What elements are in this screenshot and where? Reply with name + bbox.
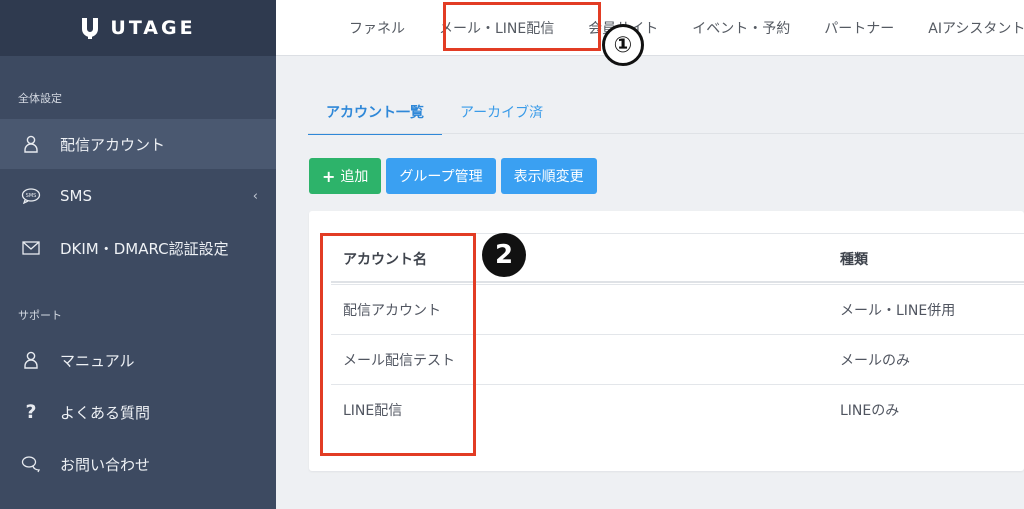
sidebar-item-label: SMS [60, 187, 92, 205]
sidebar-item-dkim-dmarc[interactable]: DKIM・DMARC認証設定 [0, 223, 276, 273]
header-type: 種類 [840, 252, 868, 268]
sidebar-item-contact[interactable]: お問い合わせ [0, 439, 276, 489]
sidebar-item-label: マニュアル [60, 351, 135, 370]
sidebar-heading-settings: 全体設定 [18, 92, 62, 105]
logo[interactable]: UTAGE [0, 0, 276, 56]
nav-partner[interactable]: パートナー [807, 0, 911, 56]
annotation-marker-1: ① [602, 24, 644, 66]
sidebar-item-label: 配信アカウント [60, 135, 166, 154]
nav-ai-assistant[interactable]: AIアシスタント [911, 0, 1024, 56]
account-type-cell: LINEのみ [840, 403, 900, 419]
svg-text:SMS: SMS [26, 193, 37, 199]
add-button-label: 追加 [340, 169, 369, 185]
reorder-button[interactable]: 表示順変更 [500, 158, 597, 194]
plus-icon: + [322, 166, 336, 186]
tab-archived[interactable]: アーカイブ済 [442, 92, 561, 135]
tab-divider [308, 133, 1024, 134]
sidebar-item-sms[interactable]: SMS SMS ‹ [0, 171, 276, 221]
user-icon [20, 349, 42, 371]
sidebar-item-label: よくある質問 [60, 403, 151, 422]
account-type-cell: メール・LINE併用 [840, 303, 956, 319]
action-buttons: + 追加 グループ管理 表示順変更 [309, 158, 597, 194]
nav-event-reservation[interactable]: イベント・予約 [675, 0, 807, 56]
account-type-cell: メールのみ [840, 353, 910, 369]
logo-text: UTAGE [110, 17, 196, 39]
tab-account-list[interactable]: アカウント一覧 [308, 92, 442, 135]
user-icon [20, 133, 42, 155]
sidebar-item-label: お問い合わせ [60, 455, 151, 474]
mail-icon [20, 237, 42, 259]
highlight-box-account-names [320, 233, 476, 456]
nav-funnel[interactable]: ファネル [332, 0, 422, 56]
sms-icon: SMS [20, 185, 42, 207]
question-icon: ? [25, 401, 37, 423]
tab-bar: アカウント一覧 アーカイブ済 [308, 92, 561, 135]
sidebar-item-manual[interactable]: マニュアル [0, 335, 276, 385]
sidebar-item-faq[interactable]: ? よくある質問 [0, 387, 276, 437]
annotation-marker-2: 2 [482, 233, 526, 277]
group-manage-button[interactable]: グループ管理 [386, 158, 496, 194]
utage-logo-icon [80, 16, 100, 40]
chat-icon [20, 453, 42, 475]
sidebar-item-label: DKIM・DMARC認証設定 [60, 239, 229, 258]
sidebar: UTAGE 全体設定 配信アカウント SMS SMS ‹ DKIM・DMARC認… [0, 0, 276, 509]
sidebar-heading-support: サポート [18, 309, 62, 322]
highlight-box-nav [443, 2, 601, 51]
top-nav: ファネル メール・LINE配信 会員サイト イベント・予約 パートナー AIアシ… [276, 0, 1024, 56]
sidebar-item-delivery-account[interactable]: 配信アカウント [0, 119, 276, 169]
chevron-left-icon: ‹ [252, 188, 258, 204]
add-button[interactable]: + 追加 [309, 158, 382, 194]
